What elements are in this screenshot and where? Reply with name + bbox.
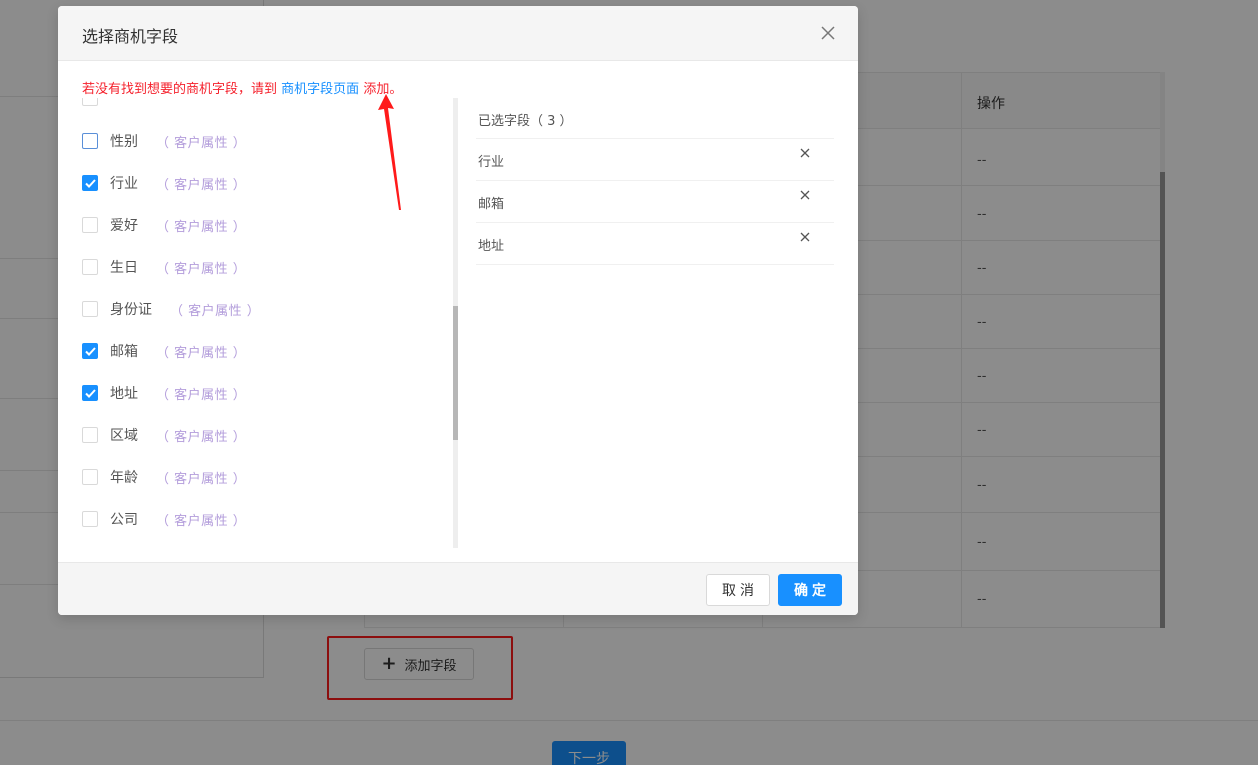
list-item[interactable]: 生日 （ 客户属性 ）	[82, 257, 246, 277]
list-item[interactable]: 身份证 （ 客户属性 ）	[82, 299, 260, 319]
checkbox[interactable]	[82, 133, 98, 149]
list-item[interactable]: 地址 （ 客户属性 ）	[82, 383, 246, 403]
checkbox[interactable]	[82, 427, 98, 443]
checkbox-checked[interactable]	[82, 385, 98, 401]
checkbox[interactable]	[82, 301, 98, 317]
modal-header: 选择商机字段	[58, 6, 858, 61]
list-item[interactable]: 性别 （ 客户属性 ）	[82, 131, 246, 151]
option-tag: （ 客户属性 ）	[156, 513, 247, 529]
option-tag: （ 客户属性 ）	[170, 303, 261, 319]
option-label: 邮箱	[110, 344, 138, 360]
remove-icon[interactable]	[798, 230, 812, 244]
remove-icon[interactable]	[798, 188, 812, 202]
checkbox-checked[interactable]	[82, 175, 98, 191]
option-label: 行业	[110, 176, 138, 192]
option-list-scrollbar-thumb[interactable]	[453, 306, 458, 440]
notice-text: 若没有找到想要的商机字段，请到	[82, 82, 278, 97]
selected-field-row: 邮箱	[476, 180, 834, 222]
selected-fields-panel: 已选字段（ 3 ） 行业 邮箱 地址	[476, 98, 834, 278]
checkbox[interactable]	[82, 511, 98, 527]
select-field-modal: 选择商机字段 若没有找到想要的商机字段，请到 商机字段页面 添加。 性别 （ 客…	[58, 6, 858, 615]
check-icon	[84, 388, 96, 398]
modal-title: 选择商机字段	[82, 27, 179, 46]
option-tag: （ 客户属性 ）	[156, 345, 247, 361]
check-icon	[84, 346, 96, 356]
list-item[interactable]: 年龄 （ 客户属性 ）	[82, 467, 246, 487]
list-item[interactable]	[82, 98, 98, 108]
option-label: 地址	[110, 386, 138, 402]
cancel-button[interactable]: 取消	[706, 574, 770, 606]
confirm-button[interactable]: 确定	[778, 574, 842, 606]
list-item[interactable]: 爱好 （ 客户属性 ）	[82, 215, 246, 235]
remove-icon[interactable]	[798, 146, 812, 160]
checkbox-checked[interactable]	[82, 343, 98, 359]
checkbox[interactable]	[82, 98, 98, 106]
option-label: 公司	[110, 512, 138, 528]
list-item[interactable]: 邮箱 （ 客户属性 ）	[82, 341, 246, 361]
option-tag: （ 客户属性 ）	[156, 261, 247, 277]
checkbox[interactable]	[82, 259, 98, 275]
selected-field-label: 行业	[478, 155, 505, 170]
option-label: 爱好	[110, 218, 138, 234]
selected-fields-title: 已选字段（ 3 ）	[478, 114, 573, 129]
option-label: 身份证	[110, 302, 152, 318]
option-tag: （ 客户属性 ）	[156, 387, 247, 403]
list-item[interactable]: 公司 （ 客户属性 ）	[82, 509, 246, 529]
option-tag: （ 客户属性 ）	[156, 219, 247, 235]
option-label: 区域	[110, 428, 138, 444]
list-item[interactable]: 区域 （ 客户属性 ）	[82, 425, 246, 445]
close-icon[interactable]	[818, 23, 838, 43]
option-label: 年龄	[110, 470, 138, 486]
selected-field-row: 行业	[476, 138, 834, 180]
field-page-link[interactable]: 商机字段页面	[281, 82, 359, 97]
missing-field-notice: 若没有找到想要的商机字段，请到 商机字段页面 添加。	[82, 78, 402, 97]
checkbox[interactable]	[82, 469, 98, 485]
option-label: 生日	[110, 260, 138, 276]
checkbox[interactable]	[82, 217, 98, 233]
list-item[interactable]: 行业 （ 客户属性 ）	[82, 173, 246, 193]
selected-field-label: 地址	[478, 239, 505, 254]
modal-footer: 取消 确定	[58, 562, 858, 615]
option-tag: （ 客户属性 ）	[156, 177, 247, 193]
option-label: 性别	[110, 134, 138, 150]
selected-field-label: 邮箱	[478, 197, 505, 212]
annotation-arrow	[378, 94, 401, 210]
option-tag: （ 客户属性 ）	[156, 429, 247, 445]
option-tag: （ 客户属性 ）	[156, 471, 247, 487]
selected-field-row: 地址	[476, 222, 834, 264]
option-tag: （ 客户属性 ）	[156, 135, 247, 151]
check-icon	[84, 178, 96, 188]
